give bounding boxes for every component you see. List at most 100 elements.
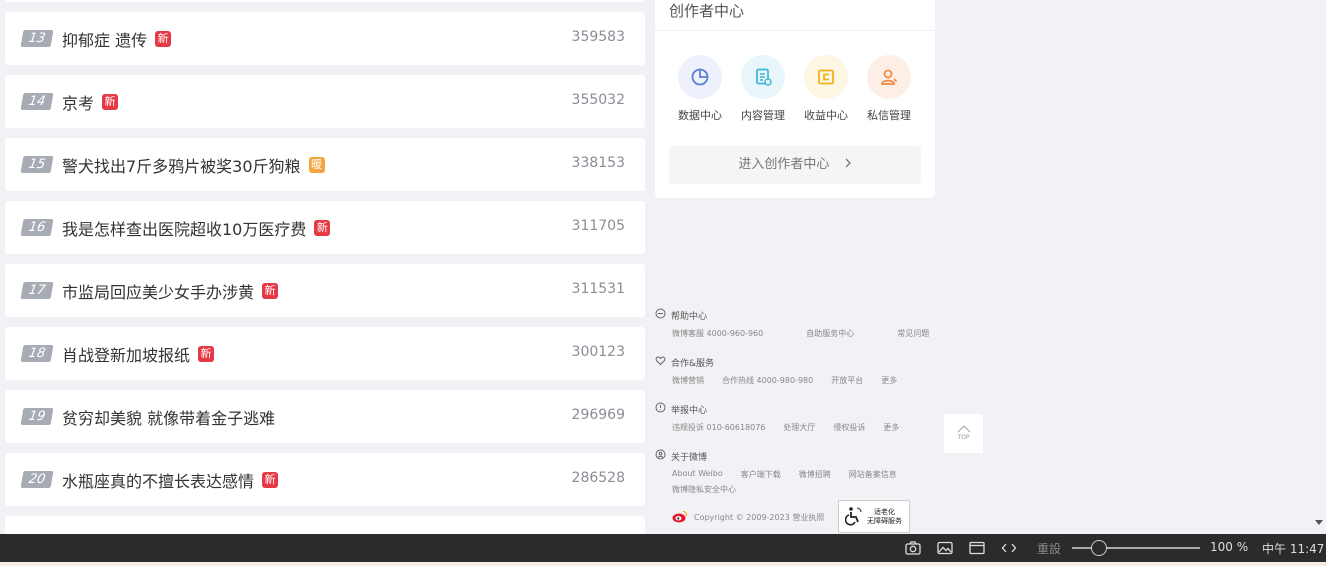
footer-link[interactable]: 自助服务中心 xyxy=(806,328,854,339)
hot-list-item[interactable]: 19 贫穷却美貌 就像带着金子逃难 296969 xyxy=(5,390,645,443)
about-icon xyxy=(655,449,671,463)
tool-label: 收益中心 xyxy=(804,109,848,122)
new-badge: 新 xyxy=(102,94,119,110)
footer-link[interactable]: 微博隐私安全中心 xyxy=(672,484,736,495)
browser-status-bar: 重設 100 % 中午 11:47 xyxy=(0,534,1326,562)
hot-topic-text: 我是怎样查出医院超收10万医疗费 xyxy=(62,220,307,239)
creator-center-title: 创作者中心 xyxy=(669,2,745,20)
document-icon xyxy=(741,55,785,99)
accessibility-line2: 无障碍服务 xyxy=(867,516,902,525)
heat-count: 311531 xyxy=(571,281,625,297)
chevron-right-icon xyxy=(844,157,852,172)
tool-data-center[interactable]: 数据中心 xyxy=(670,55,730,123)
copyright: Copyright © 2009-2023 营业执照 xyxy=(672,510,824,525)
hot-topic-title[interactable]: 水瓶座真的不擅长表达感情新 xyxy=(62,468,279,492)
vertical-scrollbar[interactable] xyxy=(1312,0,1326,534)
reset-zoom-button[interactable]: 重設 xyxy=(1037,540,1061,557)
footer-link[interactable]: 侵权投诉 xyxy=(833,422,865,433)
footer-link[interactable]: About Weibo xyxy=(672,469,723,480)
list-item-partial-top[interactable] xyxy=(5,0,645,2)
hot-list-item[interactable]: 18 肖战登新加坡报纸新 300123 xyxy=(5,327,645,380)
footer-link[interactable]: 处理大厅 xyxy=(783,422,815,433)
image-icon[interactable] xyxy=(936,540,954,556)
tool-revenue-center[interactable]: 收益中心 xyxy=(796,55,856,123)
rank-badge: 20 xyxy=(20,471,54,488)
creator-center-card: 创作者中心 数据中心 内容管理 收益中心 私信管理 进入创作者中心 xyxy=(655,0,935,198)
zoom-slider-handle[interactable] xyxy=(1091,540,1107,556)
accessibility-line1: 适老化 xyxy=(874,507,895,516)
new-badge: 新 xyxy=(262,283,279,299)
report-icon xyxy=(655,402,671,416)
hot-topic-title[interactable]: 市监局回应美少女手办涉黄新 xyxy=(62,279,279,303)
camera-icon[interactable] xyxy=(904,540,922,556)
wallet-icon xyxy=(804,55,848,99)
tool-content-management[interactable]: 内容管理 xyxy=(733,55,793,123)
footer-link[interactable]: 违规投诉 010-60618076 xyxy=(672,422,765,433)
footer-section-cooperation: 合作&服务 微博营销 合作热线 4000-980-980 开放平台 更多 xyxy=(655,355,915,386)
back-to-top-label: TOP xyxy=(957,434,970,441)
hot-topic-text: 水瓶座真的不擅长表达感情 xyxy=(62,472,255,491)
footer-link[interactable]: 开放平台 xyxy=(831,375,863,386)
rank-badge: 14 xyxy=(20,93,54,110)
scroll-down-arrow-icon[interactable] xyxy=(1315,520,1323,526)
new-badge: 新 xyxy=(198,346,215,362)
zoom-level: 100 % xyxy=(1210,540,1249,554)
new-badge: 新 xyxy=(155,31,172,47)
tool-private-messages[interactable]: 私信管理 xyxy=(859,55,919,123)
rank-badge: 18 xyxy=(20,345,54,362)
handshake-icon xyxy=(655,355,671,369)
hot-list-item[interactable]: 13 抑郁症 遗传新 359583 xyxy=(5,12,645,65)
hot-list-item[interactable]: 15 警犬找出7斤多鸦片被奖30斤狗粮暖 338153 xyxy=(5,138,645,191)
hot-list-item[interactable]: 16 我是怎样查出医院超收10万医疗费新 311705 xyxy=(5,201,645,254)
hot-topic-title[interactable]: 贫穷却美貌 就像带着金子逃难 xyxy=(62,405,275,429)
window-icon[interactable] xyxy=(968,540,986,556)
footer-link[interactable]: 常见问题 xyxy=(897,328,929,339)
divider xyxy=(655,30,935,31)
new-badge: 新 xyxy=(262,472,279,488)
back-to-top-button[interactable]: TOP xyxy=(944,414,983,453)
footer-link[interactable]: 微博客服 4000-960-960 xyxy=(672,328,763,339)
tool-label: 内容管理 xyxy=(741,109,785,122)
pie-chart-icon xyxy=(678,55,722,99)
clock: 中午 11:47 xyxy=(1262,542,1325,556)
footer-link[interactable]: 更多 xyxy=(881,375,897,386)
footer-link[interactable]: 客户端下载 xyxy=(741,469,781,480)
heat-count: 300123 xyxy=(571,344,625,360)
accessibility-service-button[interactable]: 适老化 无障碍服务 xyxy=(838,500,910,533)
bottom-strip xyxy=(0,562,1326,566)
hot-topic-text: 京考 xyxy=(62,94,95,113)
footer-section-about: 关于微博 About Weibo 客户端下载 微博招聘 网站备案信息 微博隐私安… xyxy=(655,449,915,495)
heat-count: 296969 xyxy=(571,407,625,423)
hot-topic-title[interactable]: 警犬找出7斤多鸦片被奖30斤狗粮暖 xyxy=(62,153,325,177)
footer-section-help: 帮助中心 微博客服 4000-960-960 自助服务中心 常见问题 xyxy=(655,308,947,339)
help-icon xyxy=(655,308,671,322)
footer-section-title: 举报中心 xyxy=(671,405,708,416)
hot-topic-title[interactable]: 抑郁症 遗传新 xyxy=(62,27,172,51)
hot-list-item[interactable]: 20 水瓶座真的不擅长表达感情新 286528 xyxy=(5,453,645,506)
hot-topic-text: 抑郁症 遗传 xyxy=(62,31,148,50)
heat-count: 355032 xyxy=(571,92,625,108)
enter-creator-center-label: 进入创作者中心 xyxy=(738,157,830,172)
heat-count: 286528 xyxy=(571,470,625,486)
footer-link[interactable]: 更多 xyxy=(883,422,899,433)
footer-link[interactable]: 微博招聘 xyxy=(799,469,831,480)
hot-topic-title[interactable]: 肖战登新加坡报纸新 xyxy=(62,342,215,366)
code-icon[interactable] xyxy=(1000,540,1018,556)
copyright-text: Copyright © 2009-2023 营业执照 xyxy=(694,513,825,522)
rank-badge: 19 xyxy=(20,408,54,425)
user-message-icon xyxy=(867,55,911,99)
footer-link[interactable]: 网站备案信息 xyxy=(849,469,897,480)
hot-topic-title[interactable]: 我是怎样查出医院超收10万医疗费新 xyxy=(62,216,331,240)
enter-creator-center-button[interactable]: 进入创作者中心 xyxy=(669,146,921,184)
hot-topic-title[interactable]: 京考新 xyxy=(62,90,119,114)
footer-section-title: 关于微博 xyxy=(671,452,708,463)
hot-list-item[interactable]: 14 京考新 355032 xyxy=(5,75,645,128)
hot-list-item[interactable]: 17 市监局回应美少女手办涉黄新 311531 xyxy=(5,264,645,317)
footer-section-title: 帮助中心 xyxy=(671,311,708,322)
hot-topic-text: 市监局回应美少女手办涉黄 xyxy=(62,283,255,302)
heat-count: 359583 xyxy=(571,29,625,45)
footer-link[interactable]: 微博营销 xyxy=(672,375,704,386)
footer-link[interactable]: 合作热线 4000-980-980 xyxy=(722,375,813,386)
hot-topic-text: 贫穷却美貌 就像带着金子逃难 xyxy=(62,409,276,428)
footer-section-report: 举报中心 违规投诉 010-60618076 处理大厅 侵权投诉 更多 xyxy=(655,402,917,433)
